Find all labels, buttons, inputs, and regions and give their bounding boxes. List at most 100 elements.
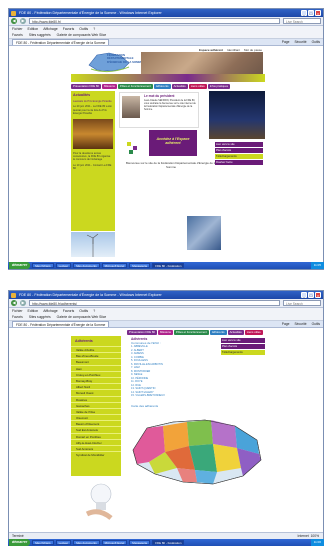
search-input[interactable]: Live Search [283, 300, 321, 306]
nav-poles[interactable]: Pôles et Fonctionnement [173, 330, 209, 335]
search-input[interactable]: Live Search [283, 18, 321, 24]
web-slice-link[interactable]: Galerie de composants Web Slice [57, 314, 107, 320]
nav-poles[interactable]: Pôles et Fonctionnement [117, 84, 153, 89]
espace-adherent-button[interactable]: Accédez à l'Espace adhérent [149, 130, 197, 156]
minimize-button[interactable]: _ [301, 292, 307, 298]
actualites-panel: Actualités Lauréats du Prix Energie Pica… [71, 91, 115, 231]
right-link-1[interactable]: Lien vers le site [221, 338, 265, 343]
nav-missions[interactable]: Missions [157, 330, 173, 335]
window-titlebar: FDE 80 - Fédération Départementale d'Éne… [9, 291, 323, 299]
minimize-button[interactable]: _ [301, 10, 307, 16]
wind-turbine-photo [71, 232, 115, 257]
nav-missions[interactable]: Missions [101, 84, 117, 89]
right-link-3[interactable]: Téléchargements [215, 154, 263, 159]
taskbar-top: démarrer Mes fichiers Lecteur Mes docume… [8, 262, 324, 269]
favorites-link[interactable]: Favoris [12, 32, 23, 38]
taskbar-item-2[interactable]: Lecteur [55, 539, 72, 546]
taskbar-item-4[interactable]: Microsoft Excel [101, 539, 128, 546]
close-button[interactable]: × [315, 10, 321, 16]
taskbar-item-5[interactable]: Messagerie [129, 262, 151, 269]
list-item[interactable]: 15. VILLERS-BRETONNEUX [131, 394, 211, 398]
right-link-3[interactable]: Téléchargements [221, 350, 265, 355]
security-menu[interactable]: Sécurité [294, 39, 306, 46]
taskbar-item-1[interactable]: Mes fichiers [32, 539, 54, 546]
close-button[interactable]: × [315, 292, 321, 298]
president-text: Jean-Claude SEFFRIN, Président de la FDE… [144, 99, 196, 112]
main-nav: Présentation FDE 80 Missions Pôles et Fo… [71, 84, 231, 89]
right-link-1[interactable]: Lien vers le site [215, 142, 263, 147]
screenshot-adherents: FDE 80 - Fédération Départementale d'Éne… [8, 290, 324, 540]
right-photo [209, 91, 265, 139]
nav-adherents[interactable]: Adhérents [153, 84, 171, 89]
actu-2-text: Pour la deuxième année consécutive, la F… [73, 151, 111, 162]
status-text: Terminé [12, 534, 24, 538]
clock: 11:06 [310, 539, 324, 546]
nav-actualites[interactable]: Actualités [227, 330, 244, 335]
page-menu[interactable]: Page [282, 321, 290, 328]
taskbar-item-3[interactable]: Mes documents [73, 262, 100, 269]
adherents-list: Adhérents Communes de l'ENU : 1. ABBEVIL… [131, 337, 211, 398]
nav-presentation[interactable]: Présentation FDE 80 [71, 84, 101, 89]
right-link-2[interactable]: Plan d'accès [221, 344, 265, 349]
zone-label: Internet [297, 534, 309, 538]
taskbar-item-3[interactable]: Mes documents [73, 539, 100, 546]
right-link-2[interactable]: Plan d'accès [215, 148, 263, 153]
address-bar: ◀ ▶ http://www.fde80.fr/ Live Search [9, 17, 323, 26]
back-button[interactable]: ◀ [11, 300, 17, 306]
page-menu[interactable]: Page [282, 39, 290, 46]
president-box: Le mot du président Jean-Claude SEFFRIN,… [119, 92, 199, 128]
favorites-link[interactable]: Favoris [12, 314, 23, 320]
nav-actualites[interactable]: Actualités [171, 84, 188, 89]
url-input[interactable]: http://www.fde80.fr/adherents/ [29, 300, 280, 306]
taskbar-bottom: démarrer Mes fichiers Lecteur Mes docume… [8, 539, 324, 546]
nav-infos[interactable]: Infos pratiques [207, 84, 231, 89]
start-button[interactable]: démarrer [9, 262, 31, 269]
sidebar-title: Adhérents [75, 339, 93, 343]
security-menu[interactable]: Sécurité [294, 321, 306, 328]
nav-liens[interactable]: Liens utiles [244, 330, 263, 335]
president-title: Le mot du président [144, 94, 175, 98]
zoom-level[interactable]: 100% [311, 534, 319, 538]
page-content: Présentation FDE 80 Missions Pôles et Fo… [9, 328, 323, 527]
nav-presentation[interactable]: Présentation FDE 80 [127, 330, 157, 335]
ie-icon [11, 292, 16, 298]
back-button[interactable]: ◀ [11, 18, 17, 24]
actualites-title: Actualités [73, 93, 91, 97]
url-input[interactable]: http://www.fde80.fr/ [29, 18, 280, 24]
taskbar-item-2[interactable]: Lecteur [55, 262, 72, 269]
browser-tab[interactable]: FDE 80 - Fédération Départementale d'Éne… [12, 39, 110, 45]
right-link-4[interactable]: Flashez l'actu [215, 160, 263, 165]
forward-button[interactable]: ▶ [20, 18, 26, 24]
tab-bar: FDE 80 - Fédération Départementale d'Éne… [9, 39, 323, 46]
browser-tab[interactable]: FDE 80 - Fédération Départementale d'Éne… [12, 321, 110, 327]
right-links: Lien vers le site Plan d'accès Télécharg… [221, 338, 265, 355]
actu-photo [73, 118, 113, 149]
start-button[interactable]: démarrer [9, 539, 31, 546]
somme-department-map [132, 419, 262, 485]
right-links: Lien vers le site Plan d'accès Télécharg… [215, 142, 263, 165]
maximize-button[interactable]: □ [308, 10, 314, 16]
taskbar-item-6[interactable]: FDE 80 - Fédération [152, 539, 185, 546]
taskbar-item-4[interactable]: Microsoft Excel [101, 262, 128, 269]
nav-liens[interactable]: Liens utiles [188, 84, 207, 89]
web-slice-link[interactable]: Galerie de composants Web Slice [57, 32, 107, 38]
solar-panel-photo [187, 216, 221, 250]
suggested-sites-link[interactable]: Sites suggérés [29, 32, 51, 38]
map-label: Carte des adhérents [131, 404, 159, 408]
tools-menu[interactable]: Outils [312, 39, 320, 46]
sidebar-item[interactable]: Syndicat de Montdidier [71, 451, 121, 457]
nav-adherents[interactable]: Adhérents [209, 330, 227, 335]
president-photo [122, 96, 140, 118]
welcome-text: Bienvenue sur le site de la Fédération D… [126, 161, 216, 169]
taskbar-item-1[interactable]: Mes fichiers [32, 262, 54, 269]
suggested-sites-link[interactable]: Sites suggérés [29, 314, 51, 320]
forward-button[interactable]: ▶ [20, 300, 26, 306]
maximize-button[interactable]: □ [308, 292, 314, 298]
taskbar-item-5[interactable]: Messagerie [129, 539, 151, 546]
adherents-map[interactable] [125, 410, 265, 494]
favorites-bar: Favoris Sites suggérés Galerie de compos… [9, 32, 323, 39]
tab-bar: FDE 80 - Fédération Départementale d'Éne… [9, 321, 323, 328]
favorites-bar: Favoris Sites suggérés Galerie de compos… [9, 314, 323, 321]
taskbar-item-6[interactable]: FDE 80 - Fédération [152, 262, 185, 269]
tools-menu[interactable]: Outils [312, 321, 320, 328]
